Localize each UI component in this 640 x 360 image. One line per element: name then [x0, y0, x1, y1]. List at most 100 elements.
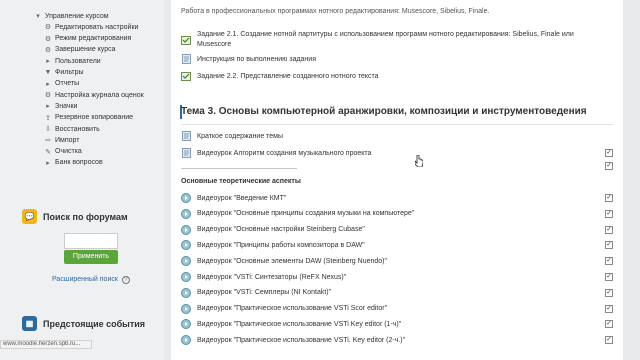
- activity-link[interactable]: Видеоурок "Практическое использование VS…: [197, 305, 387, 312]
- activity-link[interactable]: Задание 2.2. Представление созданного но…: [197, 73, 379, 80]
- nav-item-label[interactable]: Пользователи: [55, 58, 101, 65]
- completion-checkbox[interactable]: ✓: [605, 241, 613, 250]
- section-subheading: Основные теоретические аспекты: [181, 178, 301, 185]
- nav-item-label[interactable]: Редактировать настройки: [55, 24, 138, 31]
- activity-link[interactable]: Видеоурок Алгоритм создания музыкального…: [197, 150, 371, 157]
- nav-item-label[interactable]: Очистка: [55, 148, 82, 155]
- completion-checkbox[interactable]: ✓: [605, 320, 613, 329]
- nav-item[interactable]: ▸ Пользователи: [44, 57, 101, 66]
- video-icon: [181, 303, 191, 314]
- completion-checkbox[interactable]: ✓: [605, 288, 613, 297]
- help-icon[interactable]: ?: [121, 276, 130, 284]
- activity-link[interactable]: Видеоурок "Основные настройки Steinberg …: [197, 226, 365, 233]
- backup-icon: ⇪: [45, 114, 51, 122]
- nav-item-label[interactable]: Завершение курса: [55, 46, 116, 53]
- completion-checkbox[interactable]: ✓: [605, 273, 613, 281]
- events-title: ▦ Предстоящие события: [22, 316, 160, 331]
- completion-checkbox[interactable]: ✓: [605, 194, 613, 202]
- nav-item-label[interactable]: Режим редактирования: [55, 35, 131, 42]
- calendar-icon: ▦: [22, 316, 37, 331]
- import-icon: ⇨: [45, 137, 51, 145]
- advanced-search-link[interactable]: Расширенный поиск ?: [52, 276, 130, 284]
- activity-link[interactable]: Видеоурок "Принципы работы композитора в…: [197, 242, 365, 249]
- activity-item[interactable]: Видеоурок "Основные настройки Steinberg …: [181, 224, 365, 235]
- activity-link[interactable]: Видеоурок "Введение КМТ": [197, 195, 286, 202]
- video-icon: [181, 287, 191, 298]
- nav-item[interactable]: ▸ Значки: [44, 102, 77, 111]
- activity-item[interactable]: Видеоурок "VSTi: Семплеры (NI Kontakt)": [181, 287, 331, 298]
- video-icon: [181, 272, 191, 282]
- completion-checkbox[interactable]: ✓: [605, 304, 613, 313]
- nav-item-label[interactable]: Резервное копирование: [55, 114, 133, 121]
- course-content: Работа в профессиональных программах нот…: [171, 0, 623, 360]
- activity-link[interactable]: Видеоурок "Основные принципы создания му…: [197, 210, 414, 217]
- completion-checkbox[interactable]: ✓: [605, 257, 613, 266]
- nav-item[interactable]: ▼ Фильтры: [44, 69, 84, 76]
- completion-checkbox[interactable]: ✓: [605, 162, 613, 170]
- nav-item-label[interactable]: Управление курсом: [45, 13, 109, 20]
- activity-link[interactable]: Видеоурок "Основные элементы DAW (Steinb…: [197, 258, 387, 265]
- nav-item[interactable]: ⚙ Режим редактирования: [44, 35, 131, 43]
- nav-item[interactable]: ⇨ Импорт: [44, 136, 79, 145]
- activity-item[interactable]: Видеоурок "Практическое использование VS…: [181, 319, 401, 330]
- mouse-cursor-icon: [415, 155, 423, 167]
- assignment-icon: [181, 35, 191, 45]
- apply-button[interactable]: Применить: [64, 250, 118, 264]
- empty-label-line: [181, 168, 297, 169]
- forum-search-input[interactable]: [64, 233, 118, 249]
- nav-item[interactable]: ⇪ Резервное копирование: [44, 114, 133, 122]
- chevron-down-icon: ▾: [36, 13, 40, 20]
- activity-item[interactable]: Инструкция по выполнению задания: [181, 54, 316, 64]
- nav-item[interactable]: ▸ Банк вопросов: [44, 159, 103, 167]
- nav-item[interactable]: ▸ Отчеты: [44, 80, 79, 88]
- completion-checkbox[interactable]: ✓: [605, 209, 613, 218]
- nav-item-label[interactable]: Банк вопросов: [55, 159, 103, 166]
- activity-link[interactable]: Задание 2.1. Создание нотной партитуры с…: [197, 30, 597, 50]
- activity-item[interactable]: Видеоурок "VSTi: Синтезаторы (ReFX Nexus…: [181, 272, 346, 282]
- advanced-search-label[interactable]: Расширенный поиск: [52, 276, 118, 283]
- chevron-right-icon: ▸: [46, 103, 50, 111]
- left-sidebar: ▾ Управление курсом ⚙ Редактировать настрой…: [0, 0, 164, 360]
- nav-item-label[interactable]: Значки: [55, 103, 77, 110]
- forum-search-title: 💬 Поиск по форумам: [22, 209, 160, 224]
- nav-item[interactable]: ⇩ Восстановить: [44, 125, 100, 134]
- activity-item[interactable]: Видеоурок "Практическое использование VS…: [181, 335, 405, 346]
- activity-item[interactable]: Видеоурок Алгоритм создания музыкального…: [181, 148, 371, 158]
- chevron-right-icon: ▸: [46, 159, 50, 167]
- events-heading: Предстоящие события: [43, 318, 146, 329]
- nav-item[interactable]: ⚙ Завершение курса: [44, 46, 116, 54]
- activity-item[interactable]: Видеоурок "Основные принципы создания му…: [181, 208, 414, 219]
- intro-text: Работа в профессиональных программах нот…: [181, 8, 490, 15]
- completion-checkbox[interactable]: ✓: [605, 149, 613, 157]
- gear-icon: ⚙: [44, 46, 52, 54]
- nav-item-label[interactable]: Отчеты: [55, 80, 79, 87]
- activity-item[interactable]: Видеоурок "Практическое использование VS…: [181, 303, 387, 314]
- video-icon: [181, 208, 191, 219]
- activity-item[interactable]: Задание 2.1. Создание нотной партитуры с…: [181, 30, 597, 50]
- activity-link[interactable]: Видеоурок "VSTi: Синтезаторы (ReFX Nexus…: [197, 274, 346, 281]
- topic-title: Тема 3. Основы компьютерной аранжировки,…: [181, 106, 587, 117]
- activity-item[interactable]: Видеоурок "Принципы работы композитора в…: [181, 240, 365, 251]
- activity-item[interactable]: Задание 2.2. Представление созданного но…: [181, 71, 379, 81]
- activity-link[interactable]: Видеоурок "Практическое использование VS…: [197, 321, 401, 328]
- filter-icon: ▼: [44, 68, 52, 76]
- nav-item[interactable]: ✎ Очистка: [44, 148, 82, 156]
- activity-link[interactable]: Краткое содержание темы: [197, 133, 283, 140]
- activity-item[interactable]: Краткое содержание темы: [181, 131, 283, 141]
- activity-link[interactable]: Видеоурок "VSTi: Семплеры (NI Kontakt)": [197, 289, 331, 296]
- nav-item-label[interactable]: Импорт: [55, 137, 79, 144]
- nav-item-label[interactable]: Фильтры: [55, 69, 84, 76]
- nav-item-label[interactable]: Восстановить: [55, 126, 100, 133]
- video-icon: [181, 193, 191, 203]
- completion-checkbox[interactable]: ✓: [605, 225, 613, 234]
- nav-item-label[interactable]: Настройка журнала оценок: [55, 92, 144, 99]
- activity-item[interactable]: Видеоурок "Основные элементы DAW (Steinb…: [181, 256, 387, 267]
- nav-item[interactable]: ⚙ Редактировать настройки: [44, 23, 139, 32]
- nav-item[interactable]: ⚙ Настройка журнала оценок: [44, 91, 144, 100]
- activity-link[interactable]: Видеоурок "Практическое использование VS…: [197, 337, 405, 344]
- activity-item[interactable]: Видеоурок "Введение КМТ": [181, 193, 286, 203]
- completion-checkbox[interactable]: ✓: [605, 336, 613, 345]
- activity-link[interactable]: Инструкция по выполнению задания: [197, 56, 316, 63]
- nav-item[interactable]: ▾ Управление курсом: [34, 12, 109, 21]
- restore-icon: ⇩: [45, 126, 51, 133]
